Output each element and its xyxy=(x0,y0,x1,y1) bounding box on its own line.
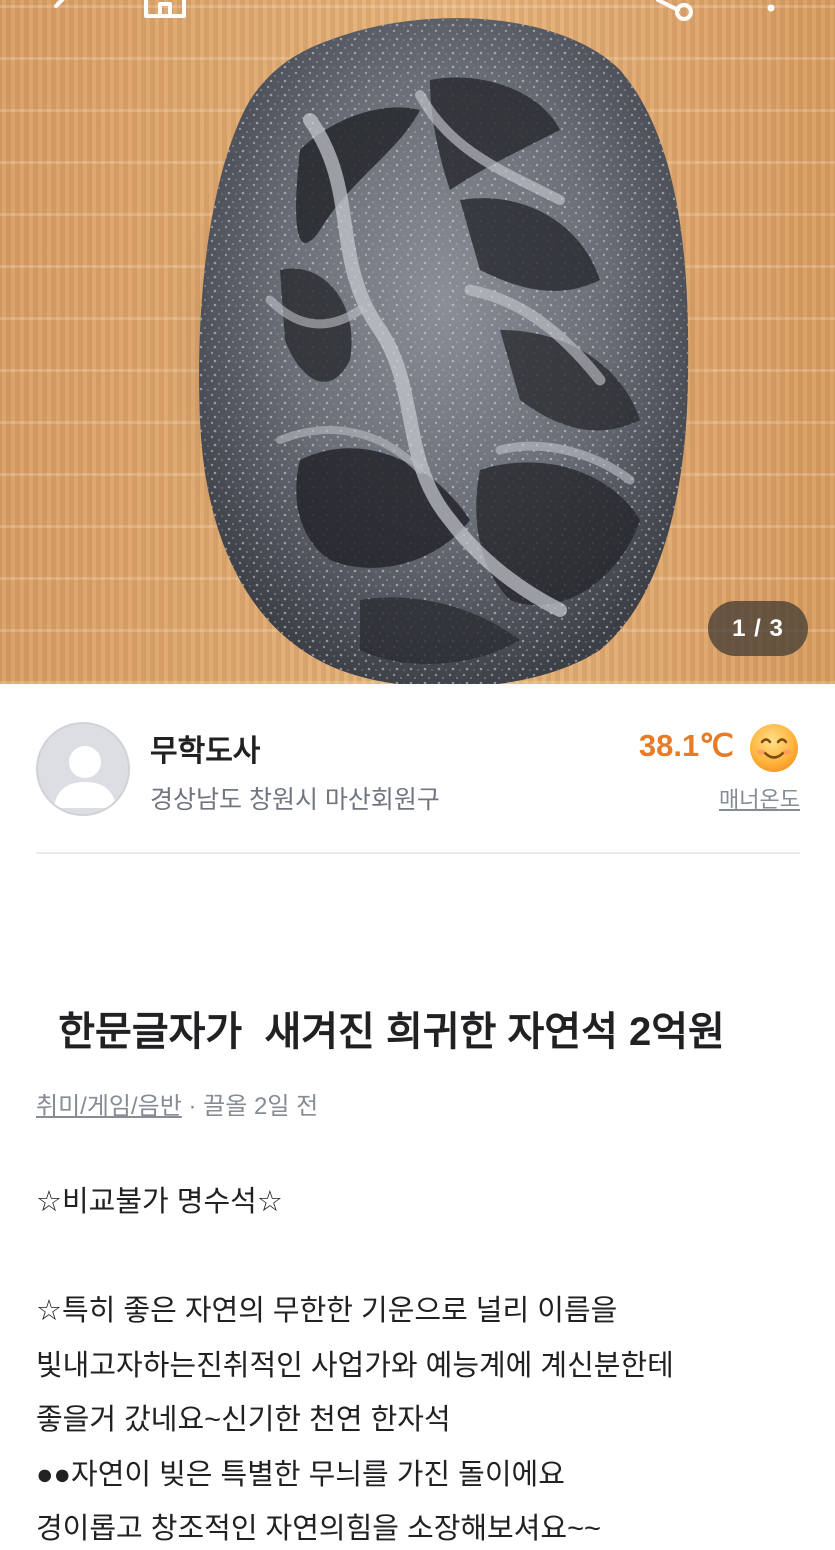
post-meta: 취미/게임/음반 · 끌올 2일 전 xyxy=(36,1086,318,1121)
seller-profile[interactable]: 무학도사 경상남도 창원시 마산회원구 38.1℃ 매너온도 xyxy=(36,720,800,820)
seller-region: 경상남도 창원시 마산회원구 xyxy=(150,786,440,814)
post-title: 한문글자가 새겨진 희귀한 자연석 2억원 xyxy=(36,906,800,1074)
manner-temperature-link[interactable]: 매너온도 xyxy=(719,782,800,814)
more-vertical-icon[interactable] xyxy=(756,0,786,26)
body-line: ☆비교불가 명수석☆ xyxy=(36,1186,283,1218)
manner-temperature: 38.1℃ xyxy=(638,728,734,763)
share-icon[interactable] xyxy=(648,0,698,26)
body-line: 경이롭고 창조적인 자연의힘을 소장해보셔요~~ xyxy=(36,1513,601,1545)
post-body: ☆비교불가 명수석☆ ☆특히 좋은 자연의 무한한 기운으로 널리 이름을 빛내… xyxy=(36,1175,816,1550)
photo-counter: 1 / 3 xyxy=(708,601,808,656)
default-user-icon xyxy=(54,746,116,808)
divider xyxy=(36,852,800,854)
body-line: ☆특히 좋은 자연의 무한한 기운으로 널리 이름을 xyxy=(36,1295,618,1327)
post-category-link[interactable]: 취미/게임/음반 xyxy=(36,1093,182,1120)
seller-nickname[interactable]: 무학도사 xyxy=(150,726,260,770)
top-app-bar xyxy=(0,0,835,30)
body-line: 빛내고자하는진취적인 사업가와 예능계에 계신분한테 xyxy=(36,1349,674,1382)
product-photo[interactable]: 1 / 3 xyxy=(0,0,835,684)
body-line: 좋을거 갔네요~신기한 천연 한자석 xyxy=(36,1404,451,1436)
body-line xyxy=(36,1230,816,1285)
home-icon[interactable] xyxy=(140,0,190,26)
back-arrow-icon[interactable] xyxy=(44,0,84,26)
avatar[interactable] xyxy=(36,722,130,816)
body-line: ●●자연이 빚은 특별한 무늬를 가진 돌이에요 xyxy=(36,1458,565,1491)
stone-image xyxy=(170,18,710,684)
post-time: · 끌올 2일 전 xyxy=(181,1093,319,1120)
smile-emoji-icon xyxy=(750,724,798,772)
post-title-text: 한문글자가 새겨진 희귀한 자연석 2억원 xyxy=(58,1010,725,1054)
